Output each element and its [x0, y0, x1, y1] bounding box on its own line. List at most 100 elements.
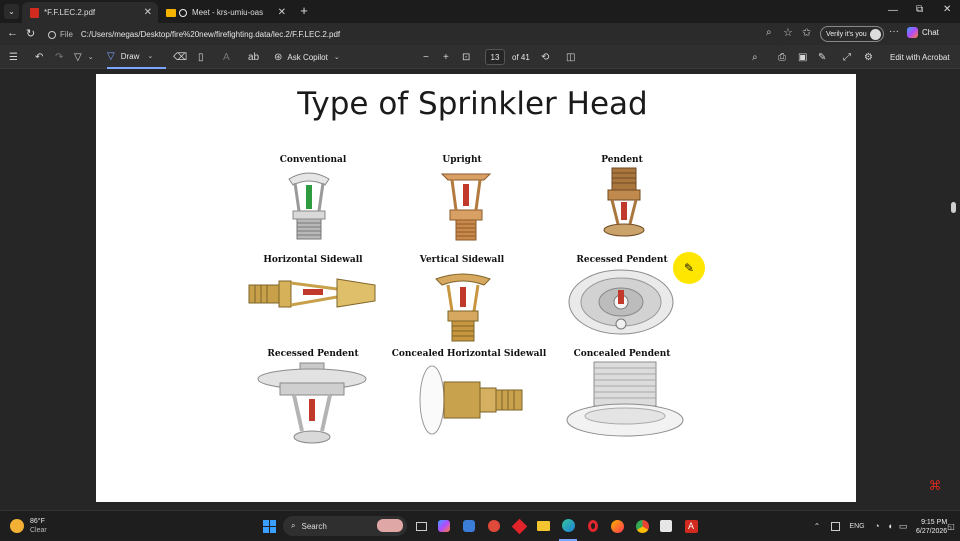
redo-icon[interactable]: ↷	[55, 45, 63, 69]
weather-desc: Clear	[30, 527, 47, 534]
restore-button[interactable]: ⧉	[916, 4, 923, 15]
opera-icon[interactable]	[585, 511, 601, 541]
ask-copilot-label: Ask Copilot	[287, 52, 328, 62]
print-icon[interactable]: ⎙	[778, 45, 786, 69]
pdf-viewer[interactable]: Type of Sprinkler Head Conventional Upri…	[0, 69, 960, 510]
firefox-icon[interactable]	[609, 511, 625, 541]
chevron-down-icon: ⌄	[147, 53, 154, 60]
fullscreen-icon[interactable]: ⤢	[843, 45, 851, 69]
tab-meet[interactable]: Meet - krs-umiu-oas ✕	[158, 2, 292, 23]
scrollbar-thumb[interactable]	[951, 202, 956, 213]
avatar	[870, 29, 881, 40]
tray-app-icon[interactable]	[829, 511, 841, 541]
search-highlight-icon	[377, 519, 403, 532]
acrobat-icon[interactable]: ⌘	[928, 479, 942, 493]
eraser-icon[interactable]: ⌫	[173, 45, 187, 69]
acrobat-app-icon[interactable]: A	[683, 511, 699, 541]
ask-copilot-button[interactable]: ⊛ Ask Copilot ⌄	[274, 45, 340, 69]
tab-title: *F.F.LEC.2.pdf	[44, 8, 96, 17]
edit-with-acrobat-button[interactable]: Edit with Acrobat	[890, 45, 950, 69]
edit-label: Edit with Acrobat	[890, 52, 950, 62]
page-number-input[interactable]: 13	[485, 49, 505, 65]
zoom-in-icon[interactable]: +	[443, 45, 449, 69]
page-title: Type of Sprinkler Head	[297, 86, 648, 122]
copilot-app-icon[interactable]	[436, 511, 452, 541]
save-as-icon[interactable]: ✎	[818, 45, 826, 69]
profile-button[interactable]: Verily it's you	[820, 26, 884, 42]
close-window-button[interactable]: ✕	[943, 4, 951, 15]
search-icon: ⌕	[291, 521, 296, 530]
address-bar[interactable]: File C:/Users/megas/Desktop/fire%20new/f…	[44, 26, 784, 43]
office-app-icon[interactable]	[461, 511, 477, 541]
tab-strip: ⌄ *F.F.LEC.2.pdf ✕ Meet - krs-umiu-oas ✕…	[0, 0, 960, 23]
file-explorer-icon[interactable]	[535, 511, 551, 541]
page-number: 13	[490, 52, 500, 62]
tab-actions-button[interactable]: ⌄	[4, 4, 19, 19]
concealed-horizontal-sidewall-sprinkler-image	[419, 365, 523, 435]
pdf-file-icon	[30, 7, 39, 18]
clock-time: 9:15 PM	[921, 519, 948, 526]
favorite-star-icon[interactable]: ☆	[783, 26, 793, 39]
save-icon[interactable]: ▣	[798, 45, 807, 69]
pen-icon: ▽	[107, 50, 115, 62]
weather-widget[interactable]: 86°F Clear	[10, 517, 47, 535]
language-indicator[interactable]: ENG	[847, 511, 867, 541]
read-aloud-icon[interactable]: ab	[248, 45, 259, 69]
copilot-icon	[907, 27, 918, 38]
taskbar: 86°F Clear ⌕ Search A ⌃ ENG ◔ ◖ ▭ 9:15 P…	[0, 510, 960, 541]
clock[interactable]: 9:15 PM 6/27/2026	[916, 518, 947, 536]
contents-icon[interactable]: ☰	[9, 45, 18, 69]
copilot-icon: ⊛	[274, 51, 283, 63]
taskbar-search[interactable]: ⌕ Search	[283, 516, 407, 536]
page-view-icon[interactable]: ▯	[198, 45, 204, 69]
back-button[interactable]: ←	[7, 27, 18, 39]
chat-label: Chat	[922, 28, 939, 37]
favorites-icon[interactable]: ✩	[802, 26, 811, 39]
edge-icon[interactable]	[559, 511, 577, 541]
start-button[interactable]	[259, 511, 279, 541]
pencil-icon: ✎	[683, 261, 695, 275]
clock-date: 6/27/2026	[916, 528, 948, 535]
fit-page-icon[interactable]: ⊡	[462, 45, 470, 69]
search-icon[interactable]: ⌕	[752, 45, 758, 69]
draw-label: Draw	[120, 51, 140, 61]
chrome-icon[interactable]	[634, 511, 650, 541]
battery-icon[interactable]: ▭	[898, 511, 908, 541]
notifications-icon[interactable]: ◱	[946, 511, 956, 541]
info-icon	[48, 30, 56, 39]
app-icon[interactable]	[658, 511, 674, 541]
undo-icon[interactable]: ↶	[35, 45, 43, 69]
horizontal-sidewall-sprinkler-image	[248, 278, 376, 308]
profile-label: Verily it's you	[826, 30, 867, 38]
close-icon[interactable]: ✕	[144, 7, 152, 18]
concealed-pendent-sprinkler-image	[566, 361, 684, 437]
two-page-icon[interactable]: ◫	[566, 45, 575, 69]
highlight-icon[interactable]: ▽ ⌄	[74, 45, 94, 69]
text-icon[interactable]: A	[223, 45, 230, 69]
wifi-icon[interactable]: ◔	[872, 511, 882, 541]
page-total: of 41	[512, 52, 530, 62]
zoom-icon[interactable]: ⌕	[766, 27, 772, 38]
chevron-down-icon: ⌄	[333, 54, 340, 61]
settings-icon[interactable]: ⚙	[864, 45, 873, 69]
close-icon[interactable]: ✕	[278, 7, 286, 18]
tab-pdf[interactable]: *F.F.LEC.2.pdf ✕	[22, 2, 158, 23]
task-view-icon[interactable]	[413, 511, 429, 541]
copilot-chat-button[interactable]: Chat	[907, 27, 939, 38]
app-icon[interactable]	[511, 511, 527, 541]
recording-icon	[179, 8, 187, 17]
address-url: C:/Users/megas/Desktop/fire%20new/firefi…	[80, 30, 341, 39]
draw-button[interactable]: ▽ Draw ⌄	[107, 45, 166, 69]
app-icon[interactable]	[486, 511, 502, 541]
pendent-sprinkler-image	[603, 167, 645, 237]
zoom-out-icon[interactable]: −	[423, 45, 429, 69]
more-menu-icon[interactable]: ···	[889, 26, 899, 37]
minimize-button[interactable]: —	[888, 5, 898, 16]
volume-icon[interactable]: ◖	[885, 511, 895, 541]
tray-chevron-icon[interactable]: ⌃	[811, 511, 823, 541]
address-scheme: File	[60, 30, 73, 39]
rotate-icon[interactable]: ⟲	[541, 45, 549, 69]
refresh-button[interactable]: ↻	[26, 27, 35, 40]
upright-sprinkler-image	[440, 173, 492, 241]
new-tab-button[interactable]: +	[297, 3, 311, 19]
